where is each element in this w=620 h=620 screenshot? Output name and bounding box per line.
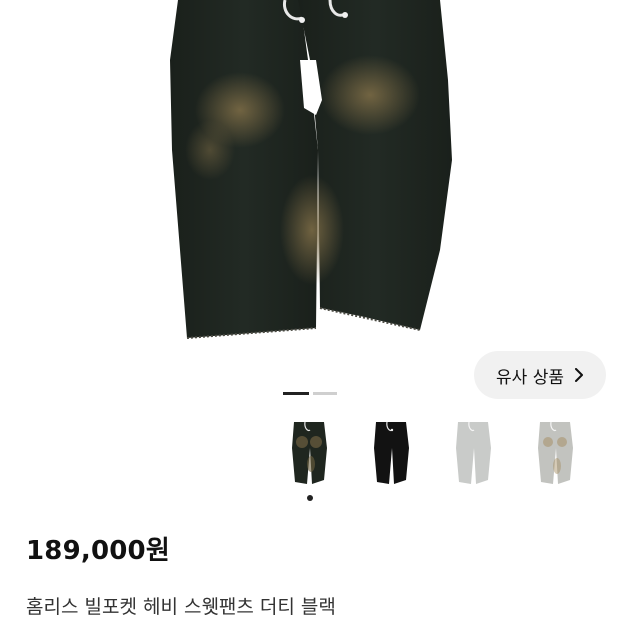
color-options	[280, 418, 620, 488]
product-price: 189,000원	[26, 536, 170, 566]
similar-products-button[interactable]: 유사 상품	[474, 351, 606, 399]
selected-color-dot	[307, 495, 313, 501]
pants-photo	[170, 0, 452, 339]
color-option-dirty-black[interactable]	[280, 418, 338, 488]
similar-products-label: 유사 상품	[496, 367, 564, 388]
chevron-right-icon	[574, 368, 583, 382]
color-option-light-gray[interactable]	[444, 418, 502, 488]
color-option-dirty-gray[interactable]	[526, 418, 584, 488]
color-option-black[interactable]	[362, 418, 420, 488]
carousel-indicator-inactive[interactable]	[313, 392, 337, 395]
carousel-indicator-active	[283, 392, 309, 395]
product-hero-image[interactable]	[0, 0, 620, 378]
product-title: 홈리스 빌포켓 헤비 스웻팬츠 더티 블랙	[26, 596, 336, 618]
